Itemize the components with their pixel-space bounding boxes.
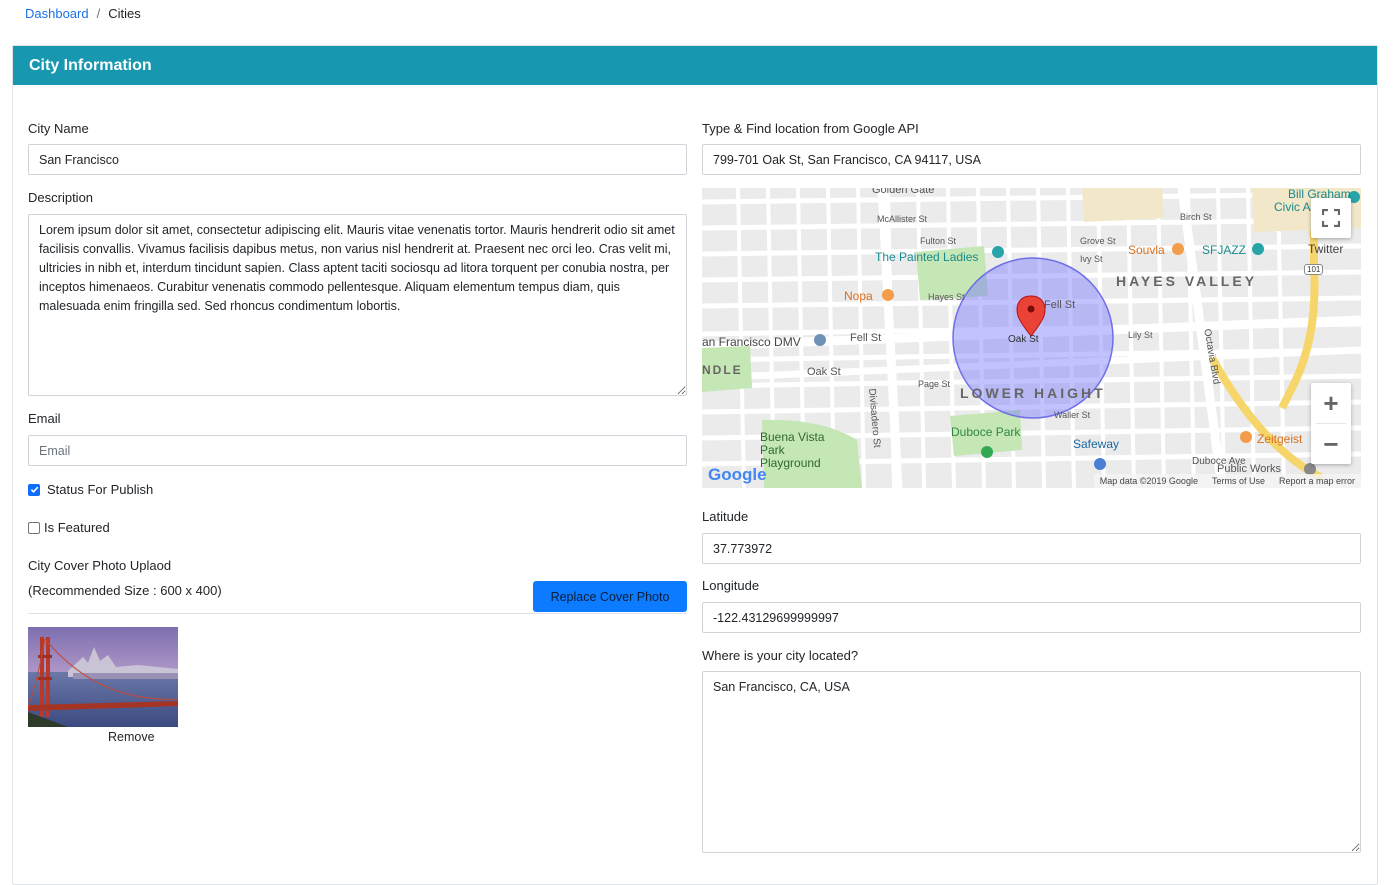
map-footer: Map data ©2019 Google Terms of Use Repor…: [1093, 474, 1361, 488]
map-label-fulton: Fulton St: [920, 236, 957, 246]
map-label-hayes: Hayes St: [928, 292, 965, 302]
latitude-input[interactable]: [702, 533, 1361, 564]
map-label-grove-st: Grove St: [1080, 236, 1116, 246]
map-terms-link[interactable]: Terms of Use: [1212, 476, 1265, 486]
cover-photo-thumbnail: [28, 627, 178, 727]
description-label: Description: [28, 190, 94, 205]
map-data-attribution: Map data ©2019 Google: [1099, 476, 1198, 486]
map-label-zeitgeist: Zeitgeist: [1257, 432, 1303, 446]
fullscreen-icon: [1322, 209, 1340, 227]
map-label-hwy-101: 101: [1304, 264, 1324, 275]
email-label: Email: [28, 411, 61, 426]
email-input[interactable]: [28, 435, 687, 466]
map-label-buena-vista: Buena Vista Park Playground: [760, 430, 825, 470]
longitude-input[interactable]: [702, 602, 1361, 633]
breadcrumb-dashboard-link[interactable]: Dashboard: [25, 6, 89, 21]
replace-cover-photo-button[interactable]: Replace Cover Photo: [533, 581, 687, 612]
map-label-fell-st-2: Fell St: [850, 332, 882, 344]
city-name-label: City Name: [28, 121, 89, 136]
zoom-control: + −: [1311, 383, 1351, 464]
map-label-souvla: Souvla: [1128, 243, 1165, 257]
map-label-duboce-park: Duboce Park: [951, 425, 1021, 439]
google-map[interactable]: Golden Gate McAllister St Fulton St The …: [702, 188, 1361, 488]
map-label-twitter: Twitter: [1308, 242, 1344, 256]
remove-photo-link[interactable]: Remove: [108, 730, 155, 744]
map-label-page-st: Page St: [918, 379, 951, 389]
map-label-lily-st: Lily St: [1128, 330, 1153, 340]
city-located-label: Where is your city located?: [702, 648, 859, 663]
card-header: City Information: [13, 46, 1377, 85]
map-label-ivy-st: Ivy St: [1080, 254, 1103, 264]
map-label-nopa: Nopa: [844, 289, 873, 303]
map-label-birch-st: Birch St: [1180, 212, 1212, 222]
map-label-waller-st: Waller St: [1054, 410, 1091, 420]
location-search-input[interactable]: [702, 144, 1361, 175]
map-label-hayes-valley: HAYES VALLEY: [1116, 273, 1258, 289]
map-label-painted-ladies: The Painted Ladies: [875, 250, 979, 264]
latitude-label: Latitude: [702, 509, 749, 524]
map-label-oak-st: Oak St: [1008, 334, 1039, 345]
description-textarea[interactable]: Lorem ipsum dolor sit amet, consectetur …: [28, 214, 687, 396]
card-title: City Information: [29, 56, 152, 74]
location-search-label: Type & Find location from Google API: [702, 121, 919, 136]
is-featured-label: Is Featured: [44, 520, 110, 535]
is-featured-checkbox[interactable]: [28, 521, 40, 534]
status-publish-label: Status For Publish: [47, 482, 154, 497]
map-label-fell-st: Fell St: [1044, 299, 1076, 311]
cover-photo-label: City Cover Photo Uplaod: [28, 558, 172, 573]
fullscreen-button[interactable]: [1311, 198, 1351, 238]
google-logo[interactable]: Google: [708, 465, 767, 485]
city-located-textarea[interactable]: San Francisco, CA, USA: [702, 671, 1361, 853]
map-label-sf-dmv: an Francisco DMV: [702, 335, 801, 349]
cover-photo-hint: (Recommended Size : 600 x 400): [28, 583, 222, 598]
map-label-sfjazz: SFJAZZ: [1202, 243, 1246, 257]
map-report-error-link[interactable]: Report a map error: [1279, 476, 1355, 486]
divider: [28, 613, 687, 614]
map-label-ndle: NDLE: [702, 363, 743, 377]
status-publish-row[interactable]: Status For Publish: [28, 482, 153, 497]
breadcrumb-separator: /: [96, 5, 101, 21]
city-name-input[interactable]: [28, 144, 687, 175]
zoom-out-button[interactable]: −: [1311, 424, 1351, 464]
status-publish-checkbox[interactable]: [28, 483, 40, 496]
map-label-mcallister: McAllister St: [877, 214, 928, 224]
map-label-lower-haight: LOWER HAIGHT: [960, 385, 1106, 401]
is-featured-row[interactable]: Is Featured: [28, 520, 110, 535]
breadcrumb: Dashboard / Cities: [25, 5, 141, 21]
map-label-golden-gate: Golden Gate: [872, 188, 935, 196]
zoom-in-button[interactable]: +: [1311, 383, 1351, 423]
map-label-oak-st-2: Oak St: [807, 366, 841, 378]
breadcrumb-current: Cities: [108, 5, 141, 21]
longitude-label: Longitude: [702, 578, 760, 593]
map-label-safeway: Safeway: [1073, 437, 1120, 451]
